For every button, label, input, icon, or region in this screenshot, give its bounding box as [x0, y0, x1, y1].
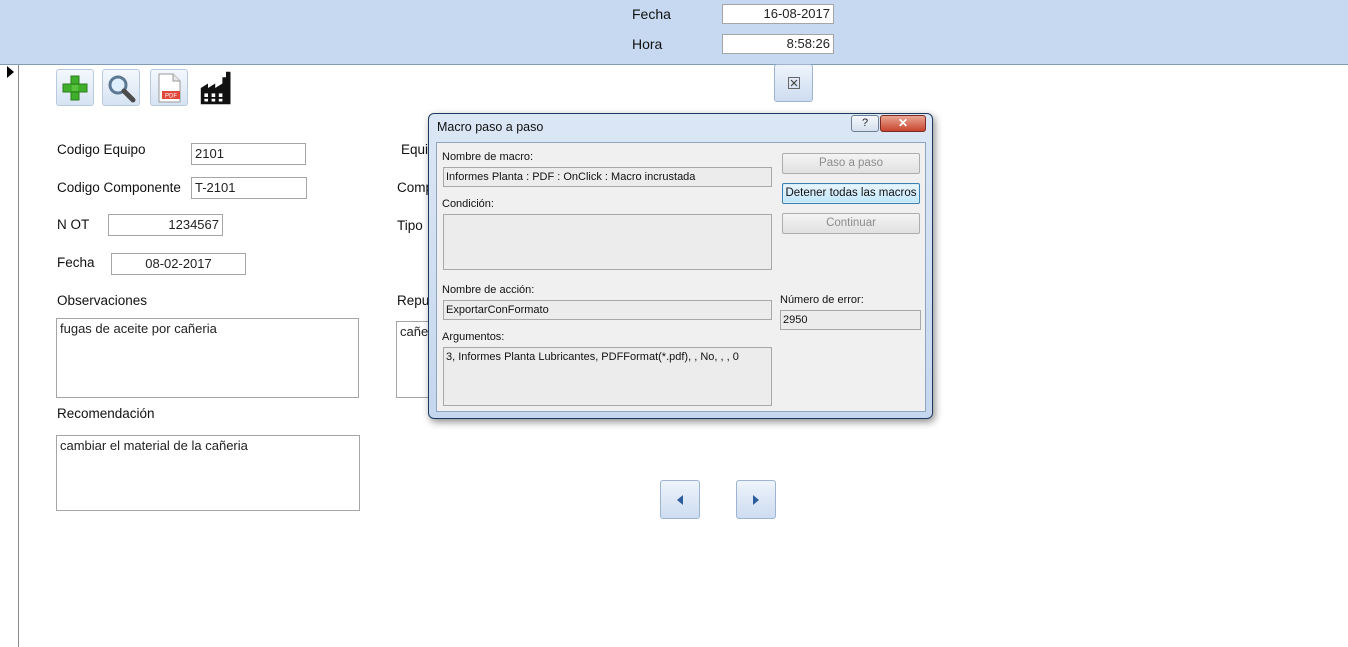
- condition-field[interactable]: [443, 214, 772, 270]
- macro-step-dialog: Macro paso a paso ? ✕ Nombre de macro: I…: [428, 113, 933, 419]
- macro-name-field[interactable]: Informes Planta : PDF : OnClick : Macro …: [443, 167, 772, 187]
- record-selector-bar[interactable]: [0, 65, 19, 647]
- header-hora-field[interactable]: 8:58:26: [722, 34, 834, 54]
- dialog-body: Nombre de macro: Informes Planta : PDF :…: [436, 142, 926, 412]
- search-icon: [108, 75, 136, 102]
- error-number-field[interactable]: 2950: [780, 310, 921, 330]
- stop-all-macros-button[interactable]: Detener todas las macros: [782, 183, 920, 204]
- search-button[interactable]: [102, 69, 140, 106]
- condition-label: Condición:: [442, 198, 494, 210]
- not-label: N OT: [57, 217, 90, 232]
- action-name-label: Nombre de acción:: [442, 284, 535, 296]
- close-form-button[interactable]: [774, 64, 813, 102]
- observaciones-field[interactable]: fugas de aceite por cañeria: [56, 318, 359, 398]
- plus-icon: [62, 75, 88, 100]
- previous-record-button[interactable]: [660, 480, 700, 519]
- codigo-componente-label: Codigo Componente: [57, 180, 181, 195]
- codigo-componente-field[interactable]: T-2101: [191, 177, 307, 199]
- dialog-close-button[interactable]: ✕: [880, 115, 926, 132]
- arguments-field[interactable]: 3, Informes Planta Lubricantes, PDFForma…: [443, 347, 772, 406]
- observaciones-label: Observaciones: [57, 293, 148, 308]
- continue-button[interactable]: Continuar: [782, 213, 920, 234]
- header-fecha-field[interactable]: 16-08-2017: [722, 4, 834, 24]
- macro-name-label: Nombre de macro:: [442, 151, 534, 163]
- plant-button[interactable]: [198, 69, 236, 106]
- header-bar: Fecha 16-08-2017 Hora 8:58:26: [0, 0, 1348, 65]
- arguments-label: Argumentos:: [442, 331, 505, 343]
- header-fecha-label: Fecha: [632, 6, 671, 22]
- equipo-label: Equi: [401, 142, 429, 157]
- triangle-right-icon: [753, 494, 759, 505]
- recomendacion-field[interactable]: cambiar el material de la cañeria: [56, 435, 360, 511]
- next-record-button[interactable]: [736, 480, 776, 519]
- codigo-equipo-field[interactable]: 2101: [191, 143, 306, 165]
- factory-icon: [200, 71, 231, 104]
- header-hora-label: Hora: [632, 36, 663, 52]
- pdf-icon: PDF: [158, 73, 181, 102]
- close-icon: [787, 77, 800, 89]
- error-number-label: Número de error:: [780, 294, 864, 306]
- recomendacion-label: Recomendación: [57, 406, 155, 421]
- step-button[interactable]: Paso a paso: [782, 153, 920, 174]
- repuesto-label: Repu: [397, 293, 430, 308]
- help-button[interactable]: ?: [851, 115, 879, 132]
- tipo-label: Tipo: [397, 218, 423, 233]
- not-field[interactable]: 1234567: [108, 214, 223, 236]
- codigo-equipo-label: Codigo Equipo: [57, 142, 146, 157]
- dialog-title: Macro paso a paso: [437, 120, 544, 134]
- triangle-left-icon: [677, 494, 683, 505]
- fecha-label: Fecha: [57, 255, 95, 270]
- pdf-button[interactable]: PDF: [150, 69, 188, 106]
- current-record-icon: [7, 66, 14, 78]
- fecha-field[interactable]: 08-02-2017: [111, 253, 246, 275]
- action-name-field[interactable]: ExportarConFormato: [443, 300, 772, 320]
- svg-text:PDF: PDF: [165, 93, 177, 99]
- add-record-button[interactable]: [56, 69, 94, 106]
